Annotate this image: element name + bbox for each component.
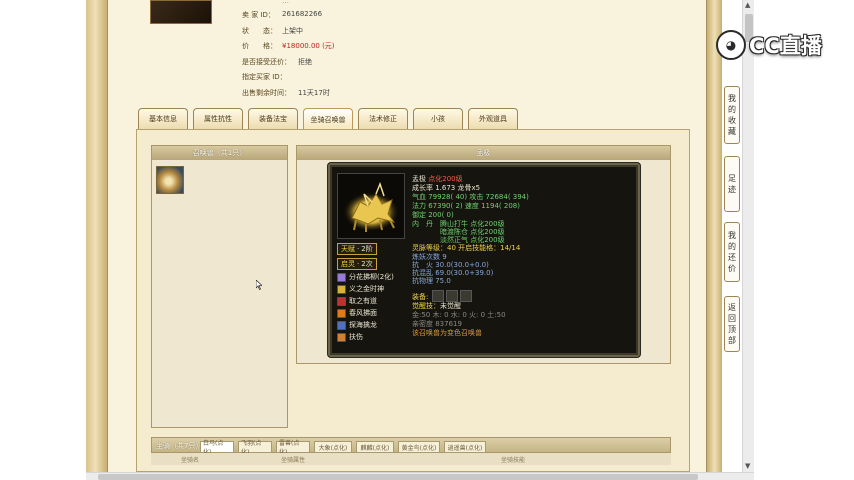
pet-variant-note: 该召唤兽为变色召唤兽 — [412, 329, 482, 337]
bargain-value: 拒绝 — [298, 58, 312, 66]
skill-item[interactable]: 取之有道 — [337, 296, 377, 306]
skill-icon — [337, 296, 346, 306]
time-left-value: 11天17时 — [298, 89, 330, 97]
equip-label: 装备: — [412, 293, 429, 301]
skill-icon — [337, 284, 346, 294]
mount-tab[interactable]: 白马(点化) — [200, 440, 234, 456]
pet-dan-2: 暗渡陈仓 点化200级 — [440, 228, 505, 236]
awaken-skill-line: 觉醒技：未觉醒 — [412, 302, 461, 310]
mount-tab[interactable]: 大象(点化) — [314, 441, 352, 453]
pet-thumbnail[interactable] — [156, 166, 184, 194]
pet-detail-title: 孟极 — [297, 146, 670, 160]
mount-table-header: 坐骑名 坐骑属性 坐骑技能 — [151, 453, 671, 465]
mount-tab[interactable]: 飞羽(点化) — [238, 440, 272, 456]
pet-mp-speed: 法力 67390( 2) 速度 1194( 208) — [412, 202, 520, 210]
mount-section-label: 坐骑（共7只） — [156, 442, 203, 450]
mount-section-bar: 坐骑（共7只） 白马(点化) 飞羽(点化) 雷兽(点化) 大象(点化) 麒麟(点… — [151, 437, 671, 456]
scroll-down-icon[interactable]: ▼ — [745, 462, 750, 470]
mount-tab[interactable]: 逍遥兽(点化) — [444, 441, 486, 453]
scroll-up-icon[interactable]: ▲ — [745, 1, 750, 9]
seller-id-value: 261682266 — [282, 10, 323, 18]
outer-margin-right — [754, 0, 854, 480]
status-value: 上架中 — [282, 27, 303, 35]
skill-item[interactable]: 义之金时神 — [337, 284, 384, 294]
bargain-label: 是否接受还价： — [242, 58, 291, 66]
pet-defense: 御定 200( 0) — [412, 211, 454, 219]
logo-icon: ◕ — [716, 30, 746, 60]
outer-margin-left — [0, 0, 86, 480]
skill-icon — [337, 332, 346, 342]
price-row: 价 格： ¥18000.00 (元) — [242, 41, 335, 53]
pet-growth: 成长率 1.673 龙骨x5 — [412, 184, 481, 192]
tab-spell-mods[interactable]: 法术修正 — [358, 108, 408, 129]
pet-dan-label: 内 丹 — [412, 220, 433, 228]
pet-resist-chaos: 抗混乱 69.0(30.0+39.0) — [412, 269, 494, 277]
skill-icon — [337, 308, 346, 318]
tab-bar: 基本信息 属性抗性 装备法宝 坐骑召唤兽 法术修正 小孩 外观道具 — [136, 108, 696, 130]
mount-tab[interactable]: 黄金鸟(点化) — [398, 441, 440, 453]
page-frame-left — [86, 0, 108, 480]
stream-logo: ◕ CC直播 — [716, 28, 854, 62]
price-label: 价 格： — [242, 42, 277, 50]
pet-intimacy: 亲密度 837619 — [412, 320, 462, 328]
seller-id-label: 卖 家 ID： — [242, 11, 275, 19]
mount-tab[interactable]: 麒麟(点化) — [356, 441, 394, 453]
time-left-row: 出售剩余时间： 11天17时 — [242, 88, 330, 100]
tab-attributes[interactable]: 属性抗性 — [193, 108, 243, 129]
pet-image — [337, 173, 405, 239]
skill-icon — [337, 272, 346, 282]
tab-appearance[interactable]: 外观道具 — [468, 108, 518, 129]
vertical-scrollbar[interactable]: ▲ ▼ — [742, 0, 754, 472]
pet-dan-1: 腾山打牛 点化200级 — [440, 220, 505, 228]
equip-slot[interactable] — [460, 290, 472, 302]
buyer-label: 指定买家 ID： — [242, 73, 287, 81]
skill-icon — [337, 320, 346, 330]
bargain-row: 是否接受还价： 拒绝 — [242, 57, 312, 69]
history-button[interactable]: 足迹 — [724, 156, 740, 212]
horizontal-scrollbar[interactable] — [86, 472, 754, 480]
page-frame-right — [706, 0, 722, 480]
mouse-cursor-icon — [256, 280, 262, 290]
price-value: ¥18000.00 (元) — [282, 42, 335, 50]
equip-slot[interactable] — [446, 290, 458, 302]
col-mount-skill: 坐骑技能 — [501, 457, 526, 464]
col-mount-name: 坐骑名 — [181, 457, 200, 464]
pet-resist-fire: 抗 火 30.0(30.0+0.0) — [412, 261, 489, 269]
character-portrait — [150, 0, 212, 24]
pet-creature-icon — [343, 181, 399, 232]
pet-dan-3: 淡然正气 点化200级 — [440, 236, 505, 244]
skill-item[interactable]: 扶伤 — [337, 332, 363, 342]
tab-equipment[interactable]: 装备法宝 — [248, 108, 298, 129]
back-to-top-button[interactable]: 返回顶部 — [724, 296, 740, 352]
pet-hp-attack: 气血 79928( 40) 攻击 72684( 394) — [412, 193, 529, 201]
pet-list-panel: 召唤兽（共1只） — [151, 145, 288, 428]
talent-badge: 天赋 · 2阶 — [337, 243, 377, 255]
my-bargains-button[interactable]: 我的还价 — [724, 222, 740, 282]
tab-mounts-pets[interactable]: 坐骑召唤兽 — [303, 108, 353, 130]
mount-tab[interactable]: 雷兽(点化) — [276, 440, 310, 456]
skill-item[interactable]: 春风拂面 — [337, 308, 377, 318]
pet-elements: 金:50 木: 0 水: 0 火: 0 土:50 — [412, 311, 506, 319]
status-label: 状 态： — [242, 27, 277, 35]
time-left-label: 出售剩余时间： — [242, 89, 291, 97]
skill-item[interactable]: 探海擒龙 — [337, 320, 377, 330]
pet-train-count: 炼妖次数 9 — [412, 253, 447, 261]
logo-text: CC直播 — [749, 34, 822, 58]
favorites-button[interactable]: 我的收藏 — [724, 86, 740, 144]
skill-item[interactable]: 分花拂柳(2化) — [337, 272, 394, 282]
status-row: 状 态： 上架中 — [242, 26, 303, 38]
pet-resist-physical: 抗物理 75.0 — [412, 277, 451, 285]
buyer-row: 指定买家 ID： — [242, 72, 287, 84]
pet-spirit-level: 灵脉等级：40 开启技能格：14/14 — [412, 244, 521, 252]
awaken-count-badge: 启灵 · 2次 — [337, 258, 377, 270]
pet-name-line: 孟极 点化200级 — [412, 175, 463, 183]
hscroll-thumb[interactable] — [98, 474, 698, 480]
tab-basic-info[interactable]: 基本信息 — [138, 108, 188, 129]
seller-id-row: 卖 家 ID： 261682266 — [242, 10, 322, 22]
pet-list-title: 召唤兽（共1只） — [152, 146, 287, 160]
tab-child[interactable]: 小孩 — [413, 108, 463, 129]
col-mount-attr: 坐骑属性 — [281, 457, 306, 464]
equip-slot[interactable] — [432, 290, 444, 302]
